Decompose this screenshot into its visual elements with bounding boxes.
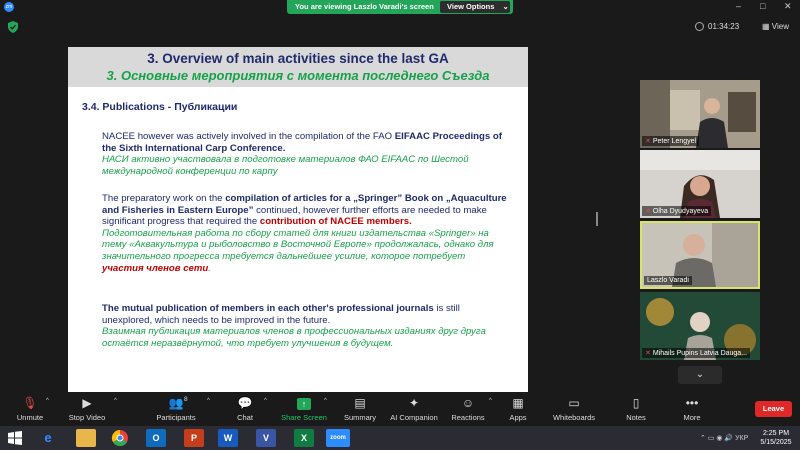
word-icon[interactable]: W: [218, 429, 238, 447]
sparkle-icon: ✦: [408, 396, 420, 410]
viewing-banner: You are viewing Laszlo Varadi's screen V…: [287, 0, 513, 14]
taskbar-clock[interactable]: 2:25 PM 5/15/2025: [754, 429, 798, 447]
share-screen-icon: ↑: [297, 398, 311, 410]
unmute-button[interactable]: 🎙 Unmute: [0, 396, 60, 422]
apps-button[interactable]: ▦ Apps: [488, 396, 548, 422]
paragraph-3: The mutual publication of members in eac…: [102, 303, 507, 349]
notes-icon: ▯: [632, 396, 640, 410]
close-icon[interactable]: ✕: [784, 1, 792, 12]
chrome-icon[interactable]: [110, 429, 130, 447]
view-options-button[interactable]: View Options ⌄: [440, 1, 510, 13]
chevron-down-icon: ⌄: [502, 2, 509, 11]
windows-start-icon[interactable]: [8, 431, 22, 445]
more-dots-icon: •••: [685, 396, 699, 410]
chevron-up-icon[interactable]: ^: [114, 398, 117, 404]
file-explorer-icon[interactable]: [76, 429, 96, 447]
p3-en-a: The mutual publication of members in eac…: [102, 303, 434, 314]
participant-tile[interactable]: ✕ Peter Lengyel: [640, 80, 760, 148]
meeting-timer: 01:34:23: [708, 22, 740, 31]
panel-resize-handle[interactable]: [596, 212, 598, 226]
chevron-up-icon[interactable]: ^: [207, 398, 210, 404]
p3-ru: Взаимная публикация материалов членов в …: [102, 326, 486, 349]
mic-muted-icon: ✕: [645, 138, 651, 145]
view-options-label: View Options: [447, 2, 495, 11]
participant-name: ✕ Peter Lengyel: [642, 136, 700, 146]
paragraph-1: NACEE however was actively involved in t…: [102, 131, 507, 177]
summary-icon: ▤: [354, 396, 366, 410]
participant-name: Laszlo Varadi: [644, 276, 692, 285]
participant-name: ✕ Olha Dyudyayeva: [642, 206, 712, 216]
whiteboard-icon: ▭: [568, 396, 580, 410]
system-tray-icons[interactable]: ⌃ ▭ ◉ 🔊 УКР: [700, 434, 748, 442]
people-icon: 👥: [168, 396, 184, 410]
chevron-up-icon[interactable]: ^: [46, 398, 49, 404]
stop-video-button[interactable]: ▶ Stop Video: [57, 396, 117, 422]
clock-date: 5/15/2025: [760, 439, 792, 446]
meeting-toolbar: 🎙 Unmute ^ ▶ Stop Video ^ 👥 8 Participan…: [0, 392, 800, 426]
powerpoint-icon[interactable]: P: [184, 429, 204, 447]
ai-companion-button[interactable]: ✦ AI Companion: [384, 396, 444, 422]
grid-icon: ▦: [762, 22, 772, 31]
meeting-info-bar: 01:34:23 ▦ View: [0, 14, 800, 40]
p2-en-d: contribution of NACEE members.: [259, 216, 412, 228]
chevron-up-icon[interactable]: ^: [324, 398, 327, 404]
shared-slide: 3. Overview of main activities since the…: [68, 47, 528, 392]
participant-name: ✕ Mihails Pupins Latvia Dauga...: [642, 348, 751, 358]
whiteboards-button[interactable]: ▭ Whiteboards: [544, 396, 604, 422]
zoom-window: zm You are viewing Laszlo Varadi's scree…: [0, 0, 800, 450]
visio-icon[interactable]: V: [256, 429, 276, 447]
zoom-taskbar-icon[interactable]: zoom: [326, 429, 350, 447]
participant-tile-active[interactable]: Laszlo Varadi: [640, 221, 760, 289]
p1-en-a: NACEE however was actively involved in t…: [102, 131, 395, 142]
outlook-icon[interactable]: O: [146, 429, 166, 447]
language-indicator: УКР: [735, 435, 749, 442]
notes-button[interactable]: ▯ Notes: [606, 396, 666, 422]
p2-ru-b: участия членов сети: [102, 262, 209, 274]
title-bar: zm You are viewing Laszlo Varadi's scree…: [0, 0, 800, 14]
p2-ru-a: Подготовительная работа по сбору статей …: [102, 227, 494, 262]
chevron-down-icon: ⌄: [695, 369, 705, 380]
mic-muted-icon: ✕: [645, 208, 651, 215]
slide-title-en: 3. Overview of main activities since the…: [147, 51, 449, 66]
windows-taskbar: e O P W V X zoom ⌃ ▭ ◉ 🔊 УКР 2:25 PM 5/1…: [0, 426, 800, 450]
more-button[interactable]: ••• More: [662, 396, 722, 422]
p2-en-a: The preparatory work on the: [102, 193, 226, 204]
p2-ru-c: .: [208, 262, 211, 274]
participant-tile[interactable]: ✕ Mihails Pupins Latvia Dauga...: [640, 292, 760, 360]
participants-button[interactable]: 👥 8 Participants: [146, 396, 206, 422]
apps-grid-icon: ▦: [512, 396, 524, 410]
shield-icon[interactable]: [8, 21, 18, 33]
edge-icon[interactable]: e: [38, 429, 58, 447]
excel-icon[interactable]: X: [294, 429, 314, 447]
mic-muted-icon: 🎙: [22, 396, 38, 410]
clock-time: 2:25 PM: [762, 430, 790, 437]
chevron-up-icon[interactable]: ^: [264, 398, 267, 404]
view-label: View: [771, 22, 789, 31]
slide-header: 3. Overview of main activities since the…: [68, 47, 528, 87]
banner-text: You are viewing Laszlo Varadi's screen: [295, 2, 434, 11]
scroll-participants-button[interactable]: ⌄: [678, 366, 722, 384]
summary-button[interactable]: ▤ Summary: [330, 396, 390, 422]
participants-count: 8: [184, 396, 188, 403]
mic-muted-icon: ✕: [645, 350, 651, 357]
timer-icon: [695, 22, 704, 31]
minimize-icon[interactable]: –: [736, 1, 741, 11]
paragraph-2: The preparatory work on the compilation …: [102, 193, 507, 274]
leave-button[interactable]: Leave: [755, 401, 792, 417]
slide-title-ru: 3. Основные мероприятия с момента послед…: [106, 68, 490, 83]
section-heading: 3.4. Publications - Публикации: [82, 101, 238, 113]
p1-ru: НАСИ активно участвовала в подготовке ма…: [102, 154, 469, 177]
participant-tile[interactable]: ✕ Olha Dyudyayeva: [640, 150, 760, 218]
maximize-icon[interactable]: □: [760, 1, 765, 11]
zoom-logo-icon: zm: [4, 2, 14, 12]
view-button[interactable]: ▦ View: [762, 22, 789, 31]
video-camera-icon: ▶: [82, 396, 92, 410]
